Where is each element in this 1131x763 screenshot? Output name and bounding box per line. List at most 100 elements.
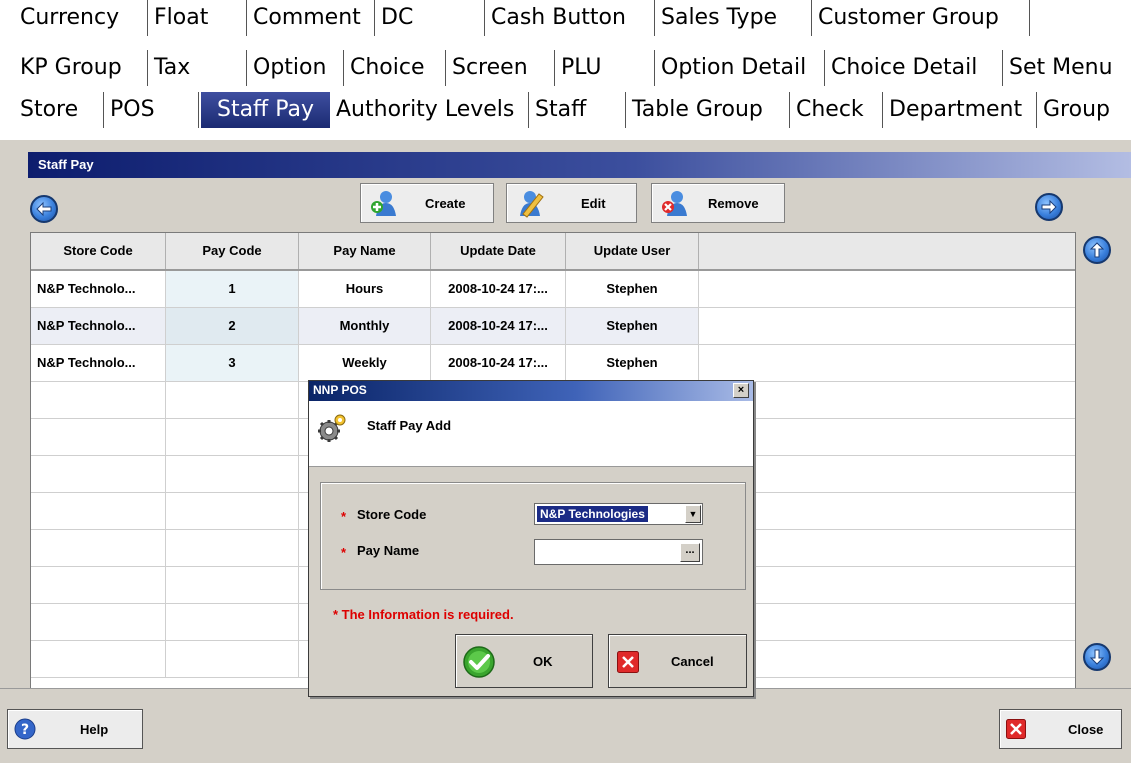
cell-empty xyxy=(699,271,1075,307)
column-header-update-date[interactable]: Update Date xyxy=(431,233,566,269)
cell-update-date: 2008-10-24 17:... xyxy=(431,345,566,381)
cell-empty xyxy=(699,345,1075,381)
store-code-label: Store Code xyxy=(357,507,427,522)
edit-user-icon xyxy=(520,191,544,218)
tab-currency[interactable]: Currency xyxy=(20,0,148,36)
tab-authority-levels[interactable]: Authority Levels xyxy=(330,92,529,128)
table-header: Store Code Pay Code Pay Name Update Date… xyxy=(31,233,1075,271)
cell-pay-name: Hours xyxy=(299,271,431,307)
remove-button[interactable]: Remove xyxy=(651,183,785,223)
cell-store-code: N&P Technolo... xyxy=(31,271,166,307)
bottom-bar: ? Help Close xyxy=(0,688,1131,763)
required-info-note: * The Information is required. xyxy=(333,607,514,622)
tab-row-2: KP Group Tax Option Choice Screen PLU Op… xyxy=(0,50,1131,87)
store-code-select[interactable]: N&P Technologies ▼ xyxy=(534,503,703,525)
edit-button[interactable]: Edit xyxy=(506,183,637,223)
create-label: Create xyxy=(425,196,466,211)
create-button[interactable]: Create xyxy=(360,183,494,223)
down-arrow-icon xyxy=(1089,649,1105,665)
cell-pay-name: Weekly xyxy=(299,345,431,381)
cell-update-user: Stephen xyxy=(566,271,699,307)
cell-update-date: 2008-10-24 17:... xyxy=(431,308,566,344)
help-icon: ? xyxy=(14,718,36,740)
up-arrow-icon xyxy=(1089,242,1105,258)
svg-text:?: ? xyxy=(21,722,29,738)
dialog-subtitle: Staff Pay Add xyxy=(367,418,452,433)
dialog-form: * Store Code N&P Technologies ▼ * Pay Na… xyxy=(320,482,746,590)
cell-update-user: Stephen xyxy=(566,345,699,381)
column-header-update-user[interactable]: Update User xyxy=(566,233,699,269)
tab-table-group[interactable]: Table Group xyxy=(626,92,790,128)
column-header-store-code[interactable]: Store Code xyxy=(31,233,166,269)
close-label: Close xyxy=(1068,722,1104,737)
cell-pay-code: 3 xyxy=(166,345,299,381)
tab-row-1: Currency Float Comment DC Cash Button Sa… xyxy=(0,0,1131,37)
tab-option-detail[interactable]: Option Detail xyxy=(655,50,825,86)
pay-name-input[interactable] xyxy=(537,542,677,562)
table-row[interactable]: N&P Technolo... 2 Monthly 2008-10-24 17:… xyxy=(31,308,1075,345)
close-icon xyxy=(1006,719,1026,739)
dialog-title: NNP POS xyxy=(313,383,367,397)
column-header-pay-code[interactable]: Pay Code xyxy=(166,233,299,269)
pay-name-label: Pay Name xyxy=(357,543,420,558)
pay-name-browse-button[interactable]: ... xyxy=(680,543,700,562)
cell-empty xyxy=(699,308,1075,344)
next-page-button[interactable] xyxy=(1035,193,1063,221)
tab-dc[interactable]: DC xyxy=(375,0,485,36)
tab-customer-group[interactable]: Customer Group xyxy=(812,0,1030,36)
tab-plu[interactable]: PLU xyxy=(555,50,655,86)
close-button[interactable]: Close xyxy=(999,709,1122,749)
cancel-button[interactable]: Cancel xyxy=(608,634,747,688)
chevron-down-icon[interactable]: ▼ xyxy=(685,505,701,523)
dialog-title-bar[interactable]: NNP POS × xyxy=(309,381,753,401)
cell-update-date: 2008-10-24 17:... xyxy=(431,271,566,307)
ok-check-icon xyxy=(463,646,495,678)
help-label: Help xyxy=(80,722,109,737)
tab-screen[interactable]: Screen xyxy=(446,50,555,86)
dialog-header: Staff Pay Add xyxy=(309,401,753,467)
remove-user-icon xyxy=(662,191,687,216)
dialog-close-button[interactable]: × xyxy=(733,383,749,398)
scroll-down-button[interactable] xyxy=(1083,643,1111,671)
prev-page-button[interactable] xyxy=(30,195,58,223)
column-header-pay-name[interactable]: Pay Name xyxy=(299,233,431,269)
vertical-scroll-panel xyxy=(1076,232,1131,690)
tab-tax[interactable]: Tax xyxy=(148,50,247,86)
required-mark: * xyxy=(341,509,347,524)
table-row[interactable]: N&P Technolo... 1 Hours 2008-10-24 17:..… xyxy=(31,271,1075,308)
ok-label: OK xyxy=(533,654,553,669)
cancel-x-icon xyxy=(617,651,639,673)
store-code-value: N&P Technologies xyxy=(537,506,648,522)
tab-choice-detail[interactable]: Choice Detail xyxy=(825,50,1003,86)
cell-update-user: Stephen xyxy=(566,308,699,344)
tab-comment[interactable]: Comment xyxy=(247,0,375,36)
tab-float[interactable]: Float xyxy=(148,0,247,36)
panel-title: Staff Pay xyxy=(38,157,94,172)
tab-option[interactable]: Option xyxy=(247,50,344,86)
ok-button[interactable]: OK xyxy=(455,634,593,688)
help-button[interactable]: ? Help xyxy=(7,709,143,749)
tab-group[interactable]: Group xyxy=(1037,92,1131,128)
cell-pay-name: Monthly xyxy=(299,308,431,344)
edit-label: Edit xyxy=(581,196,606,211)
gear-icon xyxy=(318,414,346,442)
scroll-up-button[interactable] xyxy=(1083,236,1111,264)
pay-name-field[interactable]: ... xyxy=(534,539,703,565)
tab-store[interactable]: Store xyxy=(20,92,104,128)
tab-row-3: Store POS Staff Pay Authority Levels Sta… xyxy=(0,92,1131,129)
tab-kp-group[interactable]: KP Group xyxy=(20,50,148,86)
tab-cash-button[interactable]: Cash Button xyxy=(485,0,655,36)
cell-store-code: N&P Technolo... xyxy=(31,345,166,381)
tab-check[interactable]: Check xyxy=(790,92,883,128)
tab-sales-type[interactable]: Sales Type xyxy=(655,0,812,36)
panel-title-bar: Staff Pay xyxy=(28,152,1131,178)
cell-pay-code: 2 xyxy=(166,308,299,344)
cancel-label: Cancel xyxy=(671,654,714,669)
tab-choice[interactable]: Choice xyxy=(344,50,446,86)
table-row[interactable]: N&P Technolo... 3 Weekly 2008-10-24 17:.… xyxy=(31,345,1075,382)
tab-staff[interactable]: Staff xyxy=(529,92,626,128)
tab-pos[interactable]: POS xyxy=(104,92,199,128)
tab-department[interactable]: Department xyxy=(883,92,1037,128)
tab-set-menu[interactable]: Set Menu xyxy=(1003,50,1131,86)
tab-staff-pay[interactable]: Staff Pay xyxy=(201,92,330,128)
